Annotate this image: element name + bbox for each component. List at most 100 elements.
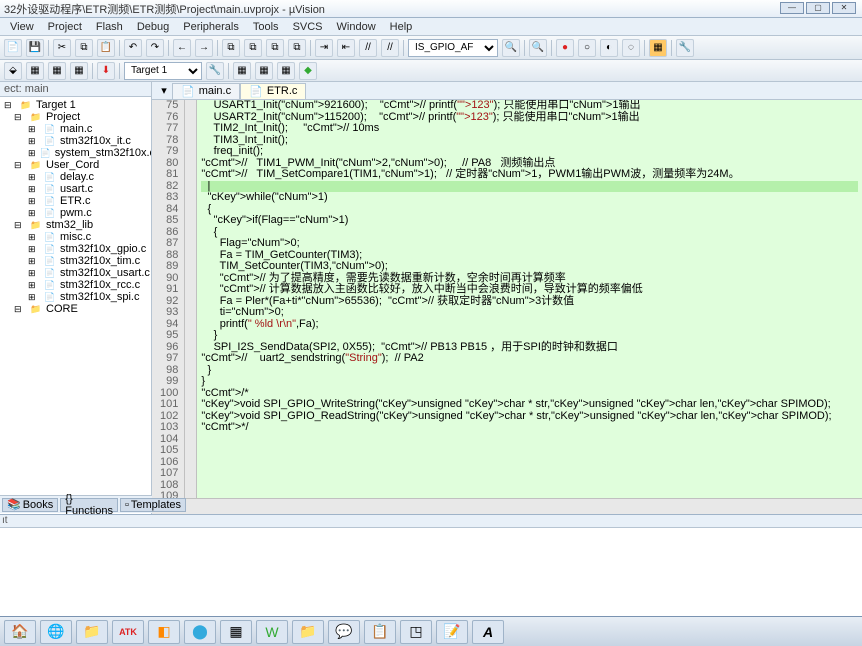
tree-item[interactable]: ⊞📄misc.c — [0, 231, 151, 243]
tree-item[interactable]: ⊟📁Target 1 — [0, 99, 151, 111]
find-button[interactable]: 🔍 — [502, 39, 520, 57]
tree-item[interactable]: ⊞📄pwm.c — [0, 207, 151, 219]
manage3-button[interactable]: ▦ — [277, 62, 295, 80]
debug-start-button[interactable]: 🔍 — [529, 39, 547, 57]
manage4-button[interactable]: ◆ — [299, 62, 317, 80]
menu-flash[interactable]: Flash — [96, 21, 123, 33]
expand-icon[interactable]: ⊞ — [28, 196, 40, 206]
tree-item[interactable]: ⊟📁Project — [0, 111, 151, 123]
task-app-5[interactable]: ◧ — [148, 620, 180, 644]
expand-icon[interactable]: ⊟ — [4, 100, 16, 110]
window-layout-button[interactable]: ▦ — [649, 39, 667, 57]
tree-item[interactable]: ⊞📄stm32f10x_rcc.c — [0, 279, 151, 291]
task-app-11[interactable]: 📋 — [364, 620, 396, 644]
rebuild-button[interactable]: ▦ — [48, 62, 66, 80]
file-tab-main[interactable]: 📄main.c — [172, 83, 240, 99]
project-tree[interactable]: ⊟📁Target 1⊟📁Project⊞📄main.c⊞📄stm32f10x_i… — [0, 97, 151, 317]
menu-peripherals[interactable]: Peripherals — [183, 21, 239, 33]
task-app-2[interactable]: 🌐 — [40, 620, 72, 644]
expand-icon[interactable]: ⊞ — [28, 184, 40, 194]
menu-tools[interactable]: Tools — [253, 21, 279, 33]
undo-button[interactable]: ↶ — [124, 39, 142, 57]
project-tab-templates[interactable]: ▫Templates — [120, 498, 186, 512]
tree-item[interactable]: ⊞📄stm32f10x_it.c — [0, 135, 151, 147]
download-button[interactable]: ⬇ — [97, 62, 115, 80]
task-app-14[interactable]: A — [472, 620, 504, 644]
paste-button[interactable]: 📋 — [97, 39, 115, 57]
expand-icon[interactable]: ⊞ — [28, 256, 40, 266]
target-select[interactable]: Target 1 — [124, 62, 202, 80]
tree-item[interactable]: ⊟📁stm32_lib — [0, 219, 151, 231]
task-app-9[interactable]: 📁 — [292, 620, 324, 644]
menu-view[interactable]: View — [10, 21, 34, 33]
cut-button[interactable]: ✂ — [53, 39, 71, 57]
tree-item[interactable]: ⊞📄delay.c — [0, 171, 151, 183]
breakpoint-kill-button[interactable]: ◐ — [600, 39, 618, 57]
tree-item[interactable]: ⊞📄stm32f10x_tim.c — [0, 255, 151, 267]
expand-icon[interactable]: ⊞ — [28, 124, 40, 134]
nav-fwd-button[interactable]: → — [195, 39, 213, 57]
breakpoint-disable-button[interactable]: ○ — [578, 39, 596, 57]
menu-help[interactable]: Help — [390, 21, 413, 33]
bookmark-next-button[interactable]: ⧉ — [266, 39, 284, 57]
new-file-button[interactable]: 📄 — [4, 39, 22, 57]
menu-window[interactable]: Window — [337, 21, 376, 33]
expand-icon[interactable]: ⊞ — [28, 136, 40, 146]
build-output-body[interactable] — [0, 528, 862, 606]
build-button[interactable]: ▦ — [26, 62, 44, 80]
batch-build-button[interactable]: ▦ — [70, 62, 88, 80]
minimize-button[interactable]: — — [780, 2, 804, 14]
project-tab-books[interactable]: 📚Books — [2, 498, 58, 512]
task-app-12[interactable]: ◳ — [400, 620, 432, 644]
menu-project[interactable]: Project — [48, 21, 82, 33]
expand-icon[interactable]: ⊞ — [28, 208, 40, 218]
bookmark-button[interactable]: ⧉ — [222, 39, 240, 57]
menu-debug[interactable]: Debug — [137, 21, 169, 33]
expand-icon[interactable]: ⊞ — [28, 244, 40, 254]
tab-nav-icon[interactable]: ▾ — [156, 84, 172, 97]
tree-item[interactable]: ⊞📄stm32f10x_usart.c — [0, 267, 151, 279]
menu-svcs[interactable]: SVCS — [293, 21, 323, 33]
outdent-button[interactable]: ⇤ — [337, 39, 355, 57]
comment-button[interactable]: // — [359, 39, 377, 57]
breakpoint-button[interactable]: ● — [556, 39, 574, 57]
expand-icon[interactable]: ⊟ — [14, 160, 26, 170]
tree-item[interactable]: ⊞📄stm32f10x_gpio.c — [0, 243, 151, 255]
expand-icon[interactable]: ⊞ — [28, 268, 40, 278]
code-editor[interactable]: 7576777879808182838485868788899091929394… — [152, 100, 862, 498]
indent-button[interactable]: ⇥ — [315, 39, 333, 57]
bookmark-prev-button[interactable]: ⧉ — [244, 39, 262, 57]
task-app-13[interactable]: 📝 — [436, 620, 468, 644]
bookmark-clear-button[interactable]: ⧉ — [288, 39, 306, 57]
expand-icon[interactable]: ⊞ — [28, 280, 40, 290]
configure-button[interactable]: 🔧 — [676, 39, 694, 57]
task-app-8[interactable]: W — [256, 620, 288, 644]
file-tab-etr[interactable]: 📄ETR.c — [240, 83, 306, 99]
find-combo[interactable]: IS_GPIO_AF — [408, 39, 498, 57]
task-app-7[interactable]: ▦ — [220, 620, 252, 644]
fold-gutter[interactable] — [185, 100, 197, 498]
maximize-button[interactable]: ▢ — [806, 2, 830, 14]
translate-button[interactable]: ⬙ — [4, 62, 22, 80]
tree-item[interactable]: ⊟📁CORE — [0, 303, 151, 315]
editor-hscroll[interactable] — [152, 498, 862, 514]
uncomment-button[interactable]: // — [381, 39, 399, 57]
expand-icon[interactable]: ⊞ — [28, 172, 40, 182]
expand-icon[interactable]: ⊟ — [14, 304, 26, 314]
tree-item[interactable]: ⊞📄ETR.c — [0, 195, 151, 207]
task-app-4[interactable]: ATK — [112, 620, 144, 644]
tree-item[interactable]: ⊞📄stm32f10x_spi.c — [0, 291, 151, 303]
breakpoint-clear-button[interactable]: ◌ — [622, 39, 640, 57]
tree-item[interactable]: ⊞📄system_stm32f10x.c — [0, 147, 151, 159]
task-app-10[interactable]: 💬 — [328, 620, 360, 644]
expand-icon[interactable]: ⊞ — [28, 232, 40, 242]
project-tab-functions[interactable]: {} Functions — [60, 498, 118, 512]
expand-icon[interactable]: ⊟ — [14, 112, 26, 122]
save-button[interactable]: 💾 — [26, 39, 44, 57]
manage-button[interactable]: ▦ — [233, 62, 251, 80]
nav-back-button[interactable]: ← — [173, 39, 191, 57]
task-app-6[interactable]: ⬤ — [184, 620, 216, 644]
tree-item[interactable]: ⊞📄main.c — [0, 123, 151, 135]
tree-item[interactable]: ⊟📁User_Cord — [0, 159, 151, 171]
expand-icon[interactable]: ⊞ — [28, 148, 36, 158]
